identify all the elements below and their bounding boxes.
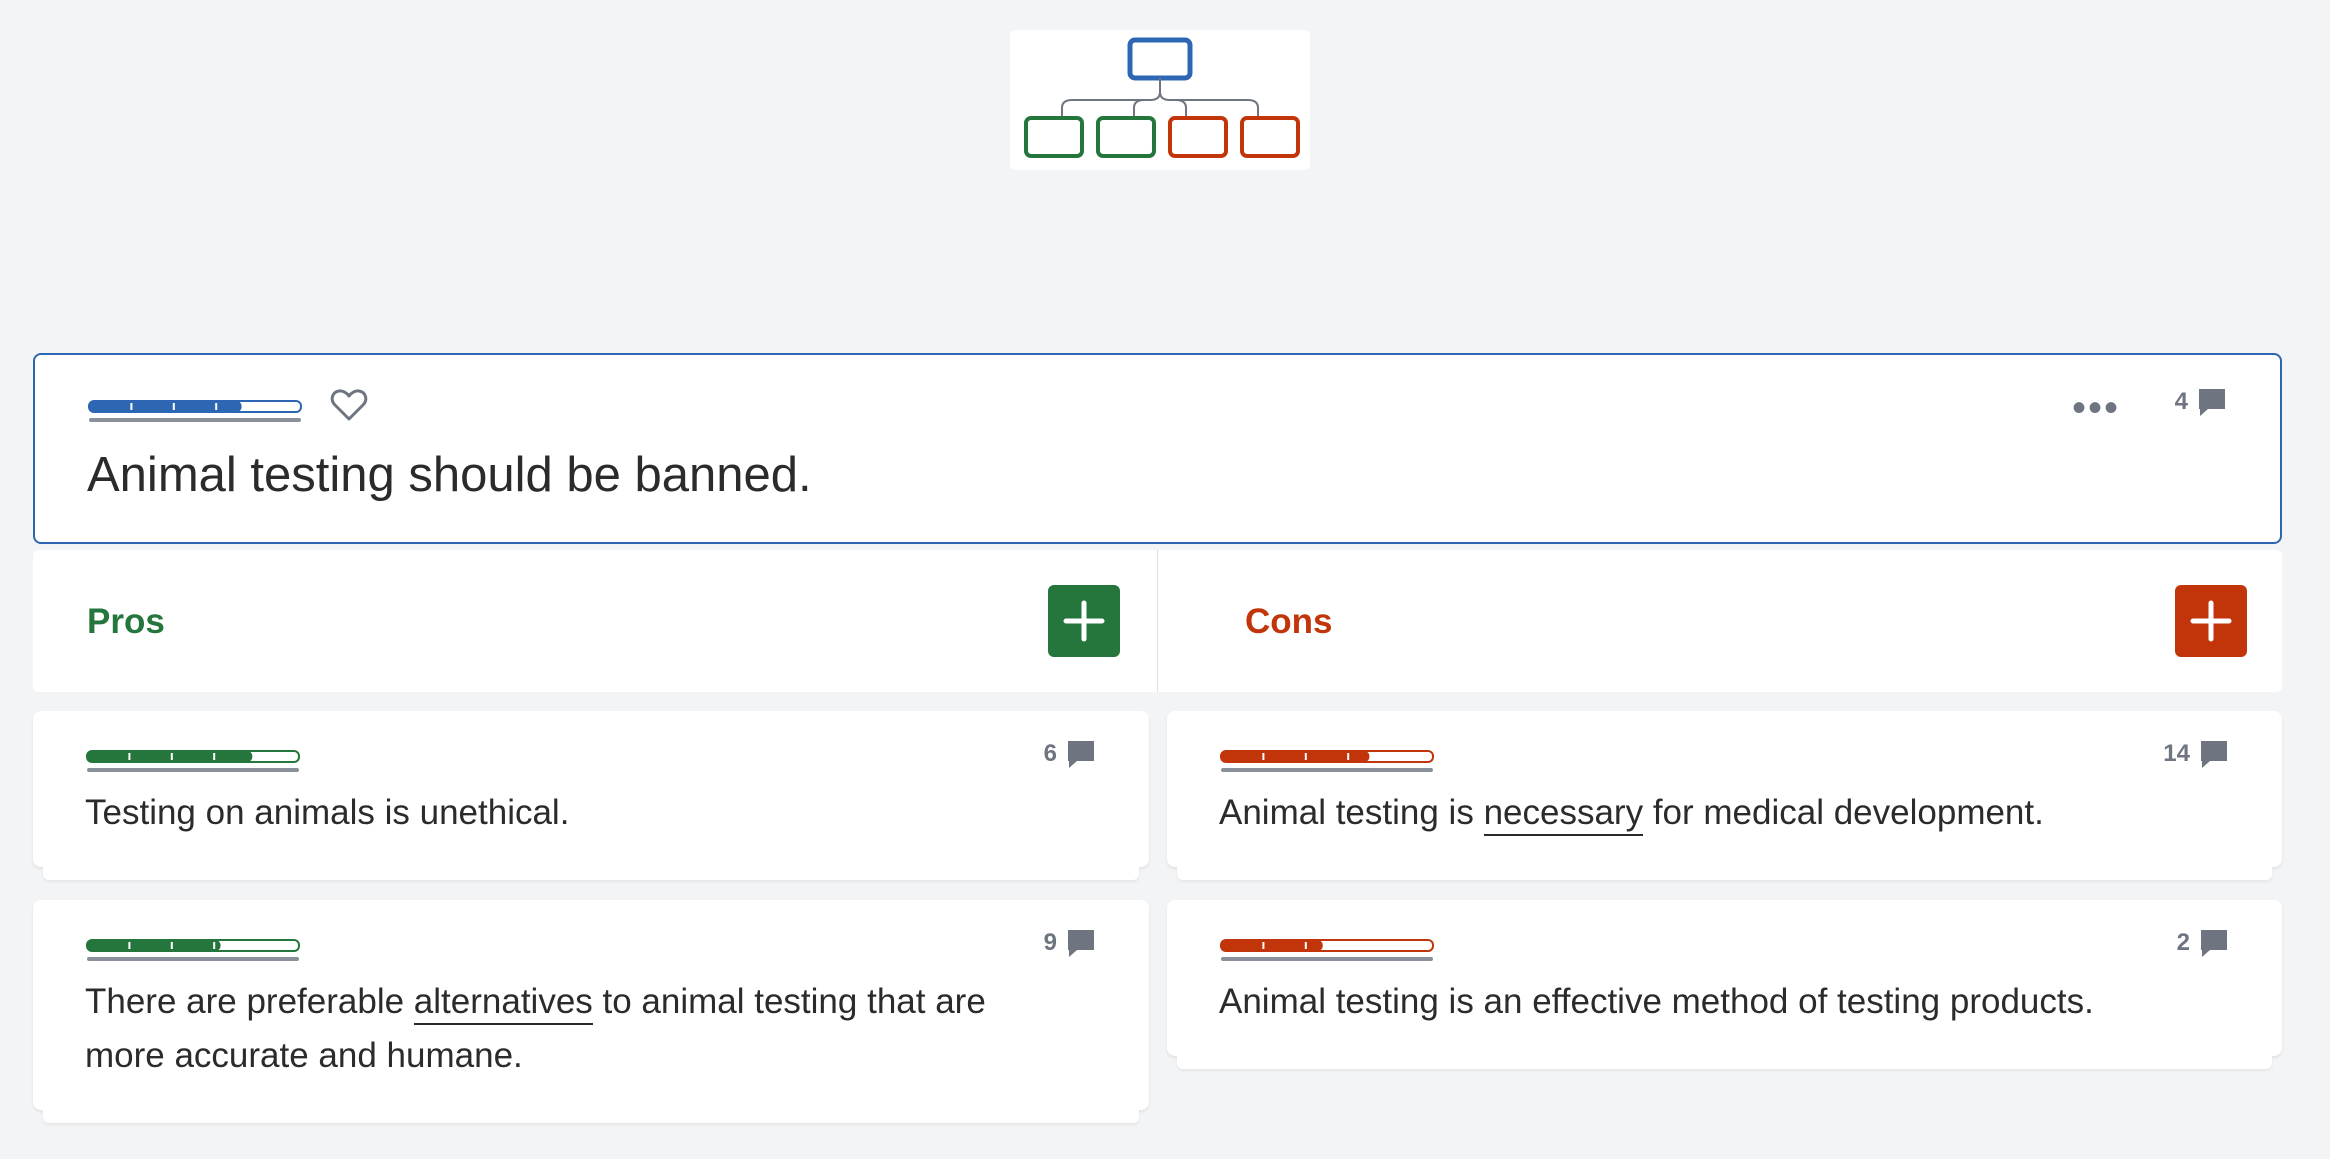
claim-text-part: There are preferable — [85, 982, 414, 1021]
rating-fill — [87, 940, 221, 951]
add-con-button[interactable] — [2175, 585, 2247, 657]
rating-underline — [1221, 957, 1433, 961]
comment-count: 6 — [1043, 740, 1057, 767]
card-stack — [1177, 1056, 2272, 1069]
comment-count: 2 — [2176, 929, 2190, 956]
con-claim-card[interactable]: 14 Animal testing is necessary for medic… — [1167, 711, 2282, 880]
pro-claim-card[interactable]: 6 Testing on animals is unethical. — [33, 711, 1149, 880]
pro-rating-bar — [86, 750, 300, 772]
comment-count: 14 — [2163, 740, 2190, 767]
comment-icon — [2201, 741, 2227, 768]
pro-claim-card[interactable]: 9 There are preferable alternatives to a… — [33, 900, 1149, 1123]
comment-count: 4 — [2174, 388, 2188, 415]
claim-text: There are preferable alternatives to ani… — [85, 975, 1069, 1083]
card-stack — [43, 1110, 1139, 1123]
cons-header: Cons — [1158, 550, 2282, 692]
con-rating-bar — [1220, 750, 1434, 772]
pro-comments[interactable]: 6 — [1044, 739, 1097, 769]
comment-icon — [1068, 741, 1094, 768]
thesis-text: Animal testing should be banned. — [87, 448, 812, 502]
rating-fill — [1221, 751, 1370, 762]
linked-term[interactable]: alternatives — [413, 982, 593, 1025]
claim-text: Testing on animals is unethical. — [85, 786, 1069, 840]
claim-text-part: Testing on animals is unethical. — [85, 793, 570, 832]
pros-header: Pros — [33, 550, 1158, 692]
comment-icon — [2199, 389, 2225, 416]
rating-underline — [1221, 768, 1433, 772]
pro-rating-bar — [86, 939, 300, 961]
comment-icon — [2201, 930, 2227, 957]
thesis-rating-bar — [88, 400, 302, 422]
claim-text-part: Animal testing is an effective method of… — [1219, 982, 2094, 1021]
argument-tree-icon — [1010, 30, 1310, 170]
thesis-comments[interactable]: 4 — [2175, 387, 2228, 417]
con-rating-bar — [1220, 939, 1434, 961]
con-claim-card[interactable]: 2 Animal testing is an effective method … — [1167, 900, 2282, 1069]
rating-underline — [87, 957, 299, 961]
pros-title: Pros — [87, 602, 165, 641]
comment-count: 9 — [1043, 929, 1057, 956]
plus-icon — [2190, 600, 2232, 642]
card-stack — [43, 867, 1139, 880]
plus-icon — [1063, 600, 1105, 642]
pro-comments[interactable]: 9 — [1044, 928, 1097, 958]
heart-icon[interactable] — [329, 385, 369, 425]
claim-text: Animal testing is necessary for medical … — [1219, 786, 2202, 840]
linked-term[interactable]: necessary — [1483, 793, 1644, 836]
con-comments[interactable]: 2 — [2177, 928, 2230, 958]
rating-fill — [89, 401, 242, 412]
rating-fill — [1221, 940, 1323, 951]
comment-icon — [1068, 930, 1094, 957]
more-options-icon[interactable]: ••• — [2072, 388, 2120, 428]
claim-text-part: for medical development. — [1643, 793, 2044, 832]
claim-text-part: Animal testing is — [1219, 793, 1484, 832]
rating-underline — [89, 418, 301, 422]
add-pro-button[interactable] — [1048, 585, 1120, 657]
rating-fill — [87, 751, 253, 762]
con-comments[interactable]: 14 — [2163, 739, 2230, 769]
columns-header: Pros Cons — [33, 550, 2282, 692]
rating-underline — [87, 768, 299, 772]
card-stack — [1177, 867, 2272, 880]
claim-text: Animal testing is an effective method of… — [1219, 975, 2202, 1029]
thesis-card[interactable]: ••• 4 Animal testing should be banned. — [33, 353, 2282, 544]
cons-title: Cons — [1245, 602, 1333, 641]
